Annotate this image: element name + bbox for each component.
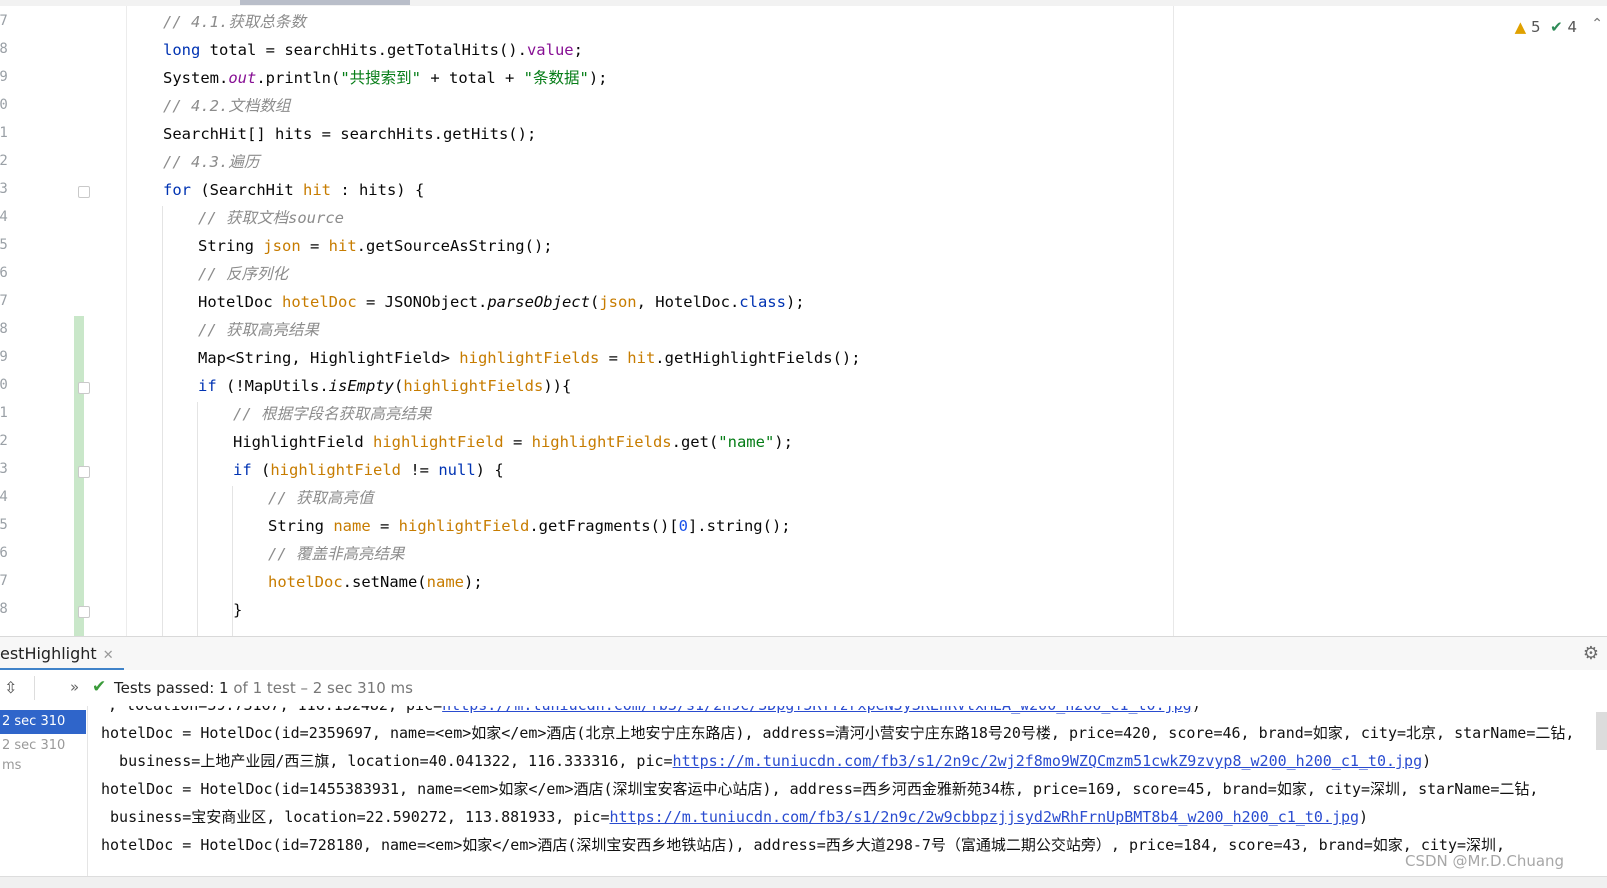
code-editor[interactable]: 37 38 39 40 41 42 43 44 45 46 47 48 49 5…: [0, 6, 1607, 636]
console-line: hotelDoc = HotelDoc(id=1455383931, name=…: [101, 780, 1539, 798]
toolbar-divider: [34, 676, 35, 700]
indent-guide: [162, 206, 163, 636]
line-number: 38: [0, 41, 8, 57]
line-number: 54: [0, 489, 8, 505]
line-number: 55: [0, 517, 8, 533]
line-number: 48: [0, 321, 8, 337]
code-comment: // 根据字段名获取高亮结果: [233, 405, 432, 423]
line-number: 58: [0, 601, 8, 617]
line-number: 41: [0, 125, 8, 141]
line-number: 43: [0, 181, 8, 197]
test-tree-item[interactable]: 2 sec 310 ms: [0, 710, 86, 753]
chevron-up-icon[interactable]: ⌃: [1591, 16, 1603, 32]
run-tab-label: estHighlight: [0, 644, 97, 663]
code-comment: // 反序列化: [198, 265, 288, 283]
console-line: business=上地产业园/西三旗, location=40.041322, …: [101, 752, 1432, 770]
code-line: HighlightField highlightField = highligh…: [233, 433, 793, 451]
right-margin-guide: [1173, 6, 1174, 636]
code-comment: // 获取高亮结果: [198, 321, 319, 339]
gear-icon[interactable]: ⚙: [1583, 643, 1599, 664]
gutter-separator: [126, 6, 127, 636]
indent-guide: [197, 402, 198, 636]
console-line: business=宝安商业区, location=22.590272, 113.…: [101, 808, 1369, 826]
collapse-all-icon[interactable]: ⇳: [4, 678, 17, 697]
tests-passed-status: Tests passed: 1 of 1 test – 2 sec 310 ms: [114, 679, 413, 697]
code-line: SearchHit[] hits = searchHits.getHits();: [163, 125, 537, 143]
line-number: 46: [0, 265, 8, 281]
code-comment: // 4.3.遍历: [163, 153, 260, 171]
inspection-widget[interactable]: ▲ 5 ✔ 4: [1515, 18, 1577, 36]
code-line: }: [233, 601, 243, 619]
ok-count: 4: [1567, 18, 1577, 36]
line-number: 56: [0, 545, 8, 561]
test-status-bar: ⇳ » ✔ Tests passed: 1 of 1 test – 2 sec …: [0, 670, 1607, 707]
fold-icon[interactable]: [78, 382, 90, 394]
line-number: 42: [0, 153, 8, 169]
code-line: HotelDoc hotelDoc = JSONObject.parseObje…: [198, 293, 805, 311]
test-tree-item[interactable]: 2 sec 310 ms: [0, 736, 86, 773]
console-line: hotelDoc = HotelDoc(id=2359697, name=<em…: [101, 724, 1575, 742]
code-line: for (SearchHit hit : hits) {: [163, 181, 425, 199]
line-number: 50: [0, 377, 8, 393]
code-line: if (!MapUtils.isEmpty(highlightFields)){: [198, 377, 572, 395]
line-number: 44: [0, 209, 8, 225]
line-number: 47: [0, 293, 8, 309]
code-line: String json = hit.getSourceAsString();: [198, 237, 553, 255]
console-line: hotelDoc = HotelDoc(id=728180, name=<em>…: [101, 836, 1506, 854]
bottom-tool-strip: [0, 876, 1607, 888]
run-tab[interactable]: estHighlight ✕: [0, 637, 124, 671]
fold-icon[interactable]: [78, 606, 90, 618]
line-number: 40: [0, 97, 8, 113]
fold-icon[interactable]: [78, 186, 90, 198]
console-line: , location=39.73167, 116.132482, pic=htt…: [108, 706, 1201, 716]
code-comment: // 4.2.文档数组: [163, 97, 291, 115]
code-line: System.out.println("共搜索到" + total + "条数据…: [163, 69, 608, 87]
console-output[interactable]: , location=39.73167, 116.132482, pic=htt…: [88, 706, 1607, 876]
code-line: long total = searchHits.getTotalHits().v…: [163, 41, 583, 59]
line-number: 57: [0, 573, 8, 589]
console-link[interactable]: https://m.tuniucdn.com/fb3/s1/2n9c/2wj2f…: [673, 752, 1423, 770]
code-line: if (highlightField != null) {: [233, 461, 504, 479]
code-line: hotelDoc.setName(name);: [268, 573, 483, 591]
line-number: 51: [0, 405, 8, 421]
line-number: 45: [0, 237, 8, 253]
code-line: Map<String, HighlightField> highlightFie…: [198, 349, 861, 367]
code-line: String name = highlightField.getFragment…: [268, 517, 791, 535]
more-actions-icon[interactable]: »: [70, 678, 79, 696]
console-scrollbar[interactable]: [1596, 712, 1607, 750]
line-number: 53: [0, 461, 8, 477]
line-number: 49: [0, 349, 8, 365]
line-number: 52: [0, 433, 8, 449]
watermark: CSDN @Mr.D.Chuang: [1405, 852, 1565, 870]
editor-tab-scroll-indicator[interactable]: [240, 0, 410, 5]
code-comment: // 覆盖非高亮结果: [268, 545, 405, 563]
console-link[interactable]: https://m.tuniucdn.com/fb3/s1/2n9c/2w9cb…: [609, 808, 1359, 826]
code-comment: // 获取文档source: [198, 209, 344, 227]
close-icon[interactable]: ✕: [103, 648, 114, 663]
code-comment: // 4.1.获取总条数: [163, 13, 306, 31]
warning-count: 5: [1531, 18, 1541, 36]
run-tool-window-header: estHighlight ✕ ⚙: [0, 636, 1607, 672]
fold-icon[interactable]: [78, 466, 90, 478]
code-comment: // 获取高亮值: [268, 489, 374, 507]
check-icon: ✔: [1550, 18, 1563, 36]
check-icon: ✔: [92, 677, 107, 697]
line-number: 39: [0, 69, 8, 85]
console-link[interactable]: https://m.tuniucdn.com/fb3/s1/2n9c/3Dpgf…: [442, 706, 1192, 714]
warning-icon: ▲: [1514, 18, 1527, 36]
line-number-gutter: 37 38 39 40 41 42 43 44 45 46 47 48 49 5…: [0, 6, 90, 636]
test-tree: 2 sec 310 ms 2 sec 310 ms: [0, 706, 88, 887]
line-number: 37: [0, 13, 8, 29]
